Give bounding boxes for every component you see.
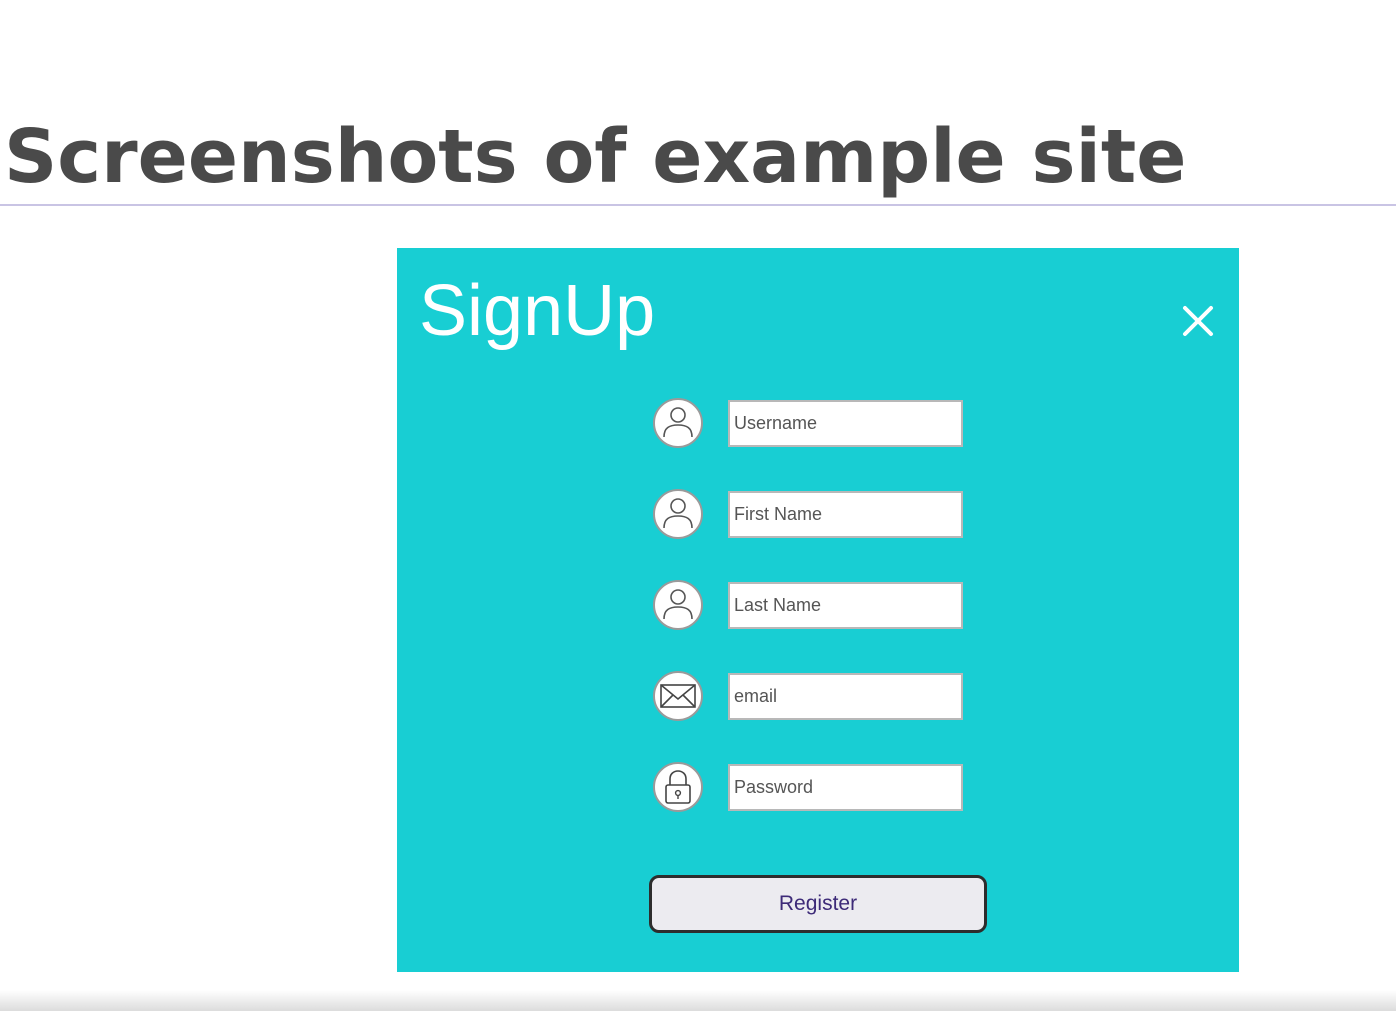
- username-row: [653, 398, 963, 450]
- user-icon: [653, 398, 703, 448]
- close-button[interactable]: [1175, 298, 1221, 344]
- user-icon: [653, 580, 703, 630]
- email-input[interactable]: [728, 673, 963, 720]
- last-name-row: [653, 580, 963, 632]
- last-name-input[interactable]: [728, 582, 963, 629]
- signup-panel: SignUp Username First Name Last Name ema…: [397, 248, 1239, 972]
- register-button[interactable]: Register: [649, 875, 987, 933]
- title-divider: [0, 204, 1396, 206]
- password-input[interactable]: [728, 764, 963, 811]
- close-icon: [1183, 306, 1213, 336]
- first-name-input[interactable]: [728, 491, 963, 538]
- username-input[interactable]: [728, 400, 963, 447]
- first-name-row: [653, 489, 963, 541]
- lock-icon: [653, 762, 703, 812]
- slide-title: Screenshots of example site: [4, 114, 1187, 200]
- envelope-icon: [653, 671, 703, 721]
- email-row: [653, 671, 963, 723]
- signup-title: SignUp: [419, 271, 656, 351]
- bottom-edge-shadow: [0, 990, 1396, 1011]
- user-icon: [653, 489, 703, 539]
- password-row: [653, 762, 963, 814]
